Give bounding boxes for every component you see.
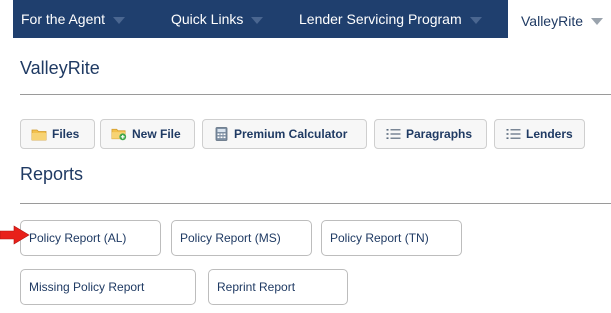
paragraphs-button[interactable]: Paragraphs [374, 119, 487, 149]
reports-divider [20, 203, 611, 204]
button-label: Policy Report (AL) [29, 231, 127, 245]
button-label: Reprint Report [217, 280, 296, 294]
pointer-arrow-icon [0, 225, 30, 245]
header-divider [20, 94, 611, 95]
files-button-label: Files [52, 127, 80, 141]
list-icon [505, 127, 521, 141]
new-folder-icon [111, 127, 127, 141]
list-icon [385, 127, 401, 141]
chevron-down-icon [591, 18, 603, 25]
calculator-icon [213, 127, 229, 141]
chevron-down-icon [251, 16, 264, 24]
premium-calculator-button-label: Premium Calculator [234, 127, 348, 141]
top-nav-bar: For the Agent Quick Links Lender Servici… [0, 0, 611, 38]
policy-report-al-button[interactable]: Policy Report (AL) [20, 220, 161, 256]
nav-item-label: For the Agent [21, 11, 106, 27]
files-button[interactable]: Files [20, 119, 95, 149]
lenders-button-label: Lenders [526, 127, 573, 141]
button-label: Policy Report (TN) [330, 231, 429, 245]
premium-calculator-button[interactable]: Premium Calculator [202, 119, 367, 149]
nav-item-lender-servicing-program[interactable]: Lender Servicing Program [299, 0, 482, 38]
nav-item-quick-links[interactable]: Quick Links [171, 0, 264, 38]
new-file-button[interactable]: New File [100, 119, 195, 149]
lenders-button[interactable]: Lenders [494, 119, 585, 149]
button-label: Policy Report (MS) [180, 231, 281, 245]
reports-section-title: Reports [20, 164, 84, 184]
policy-report-tn-button[interactable]: Policy Report (TN) [321, 220, 462, 256]
chevron-down-icon [469, 16, 482, 24]
button-label: Missing Policy Report [29, 280, 145, 294]
nav-item-label: ValleyRite [521, 12, 583, 29]
new-file-button-label: New File [132, 127, 181, 141]
paragraphs-button-label: Paragraphs [406, 127, 473, 141]
nav-item-for-the-agent[interactable]: For the Agent [21, 0, 126, 38]
chevron-down-icon [113, 16, 126, 24]
nav-item-label: Lender Servicing Program [299, 11, 462, 27]
nav-item-label: Quick Links [171, 11, 244, 27]
reprint-report-button[interactable]: Reprint Report [208, 269, 348, 305]
nav-item-valleyrite-active[interactable]: ValleyRite [510, 3, 611, 38]
policy-report-ms-button[interactable]: Policy Report (MS) [171, 220, 312, 256]
page-title: ValleyRite [20, 58, 100, 78]
missing-policy-report-button[interactable]: Missing Policy Report [20, 269, 196, 305]
folder-icon [31, 127, 47, 141]
